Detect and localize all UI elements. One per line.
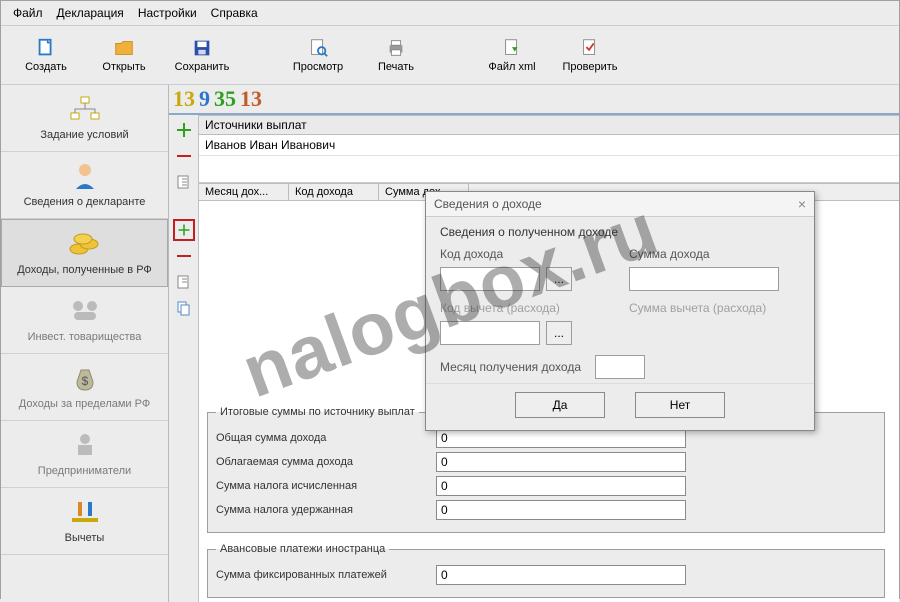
dialog-titlebar: Сведения о доходе × xyxy=(426,192,814,217)
check-button[interactable]: Проверить xyxy=(555,30,625,80)
totals-legend: Итоговые суммы по источнику выплат xyxy=(216,406,419,418)
add-source-button[interactable] xyxy=(173,119,195,141)
sources-header: Источники выплат xyxy=(199,115,899,135)
dialog-no-button[interactable]: Нет xyxy=(635,392,725,418)
entrepreneur-icon xyxy=(70,429,100,461)
sources-mini-toolbar xyxy=(169,115,199,602)
rate-tab-13[interactable]: 13 xyxy=(173,88,195,110)
edit-income-row-button[interactable] xyxy=(173,271,195,293)
source-row[interactable]: Иванов Иван Иванович xyxy=(199,135,899,156)
fixed-payments-field[interactable] xyxy=(436,565,686,585)
menu-help[interactable]: Справка xyxy=(205,4,264,22)
fixed-payments-label: Сумма фиксированных платежей xyxy=(216,569,436,581)
col-code: Код дохода xyxy=(289,184,379,200)
print-button[interactable]: Печать xyxy=(361,30,431,80)
edit-source-button[interactable] xyxy=(173,171,195,193)
rate-tab-9[interactable]: 9 xyxy=(199,88,210,110)
remove-source-button[interactable] xyxy=(173,145,195,167)
sidebar-item-deductions[interactable]: Вычеты xyxy=(1,488,168,555)
sidebar-item-entrepreneurs[interactable]: Предприниматели xyxy=(1,421,168,488)
dialog-group-title: Сведения о полученном доходе xyxy=(440,225,800,239)
tax-rate-tabs: 13 9 35 13 xyxy=(169,85,899,115)
floppy-icon xyxy=(191,37,213,59)
deduction-sum-label: Сумма вычета (расхода) xyxy=(629,301,800,315)
menu-settings[interactable]: Настройки xyxy=(132,4,203,22)
main-toolbar: Создать Открыть Сохранить Просмотр Печат… xyxy=(1,26,899,85)
tax-calculated-label: Сумма налога исчисленная xyxy=(216,480,436,492)
open-folder-icon xyxy=(113,37,135,59)
dialog-body: Сведения о полученном доходе Код дохода … xyxy=(426,217,814,383)
income-code-label: Код дохода xyxy=(440,247,611,261)
printer-icon xyxy=(385,37,407,59)
person-icon xyxy=(70,160,100,192)
menubar: Файл Декларация Настройки Справка xyxy=(1,1,899,26)
advance-legend: Авансовые платежи иностранца xyxy=(216,543,389,555)
svg-text:$: $ xyxy=(81,374,88,388)
sidebar-item-income-rf[interactable]: Доходы, полученные в РФ xyxy=(1,219,168,287)
file-xml-button[interactable]: Файл xml xyxy=(477,30,547,80)
handshake-icon xyxy=(68,295,102,327)
copy-income-row-button[interactable] xyxy=(173,297,195,319)
dialog-buttons: Да Нет xyxy=(426,383,814,430)
sidebar-item-income-abroad[interactable]: $ Доходы за пределами РФ xyxy=(1,354,168,421)
income-sum-label: Сумма дохода xyxy=(629,247,800,261)
menu-declaration[interactable]: Декларация xyxy=(51,4,130,22)
tax-withheld-field[interactable] xyxy=(436,500,686,520)
sidebar-item-invest[interactable]: Инвест. товарищества xyxy=(1,287,168,354)
sidebar-item-declarant[interactable]: Сведения о декларанте xyxy=(1,152,168,219)
col-month: Месяц дох... xyxy=(199,184,289,200)
save-button[interactable]: Сохранить xyxy=(167,30,237,80)
preview-icon xyxy=(307,37,329,59)
income-sum-field[interactable] xyxy=(629,267,779,291)
taxable-income-field[interactable] xyxy=(436,452,686,472)
sidebar-item-conditions[interactable]: Задание условий xyxy=(1,85,168,152)
income-month-label: Месяц получения дохода xyxy=(440,360,581,374)
income-details-dialog: Сведения о доходе × Сведения о полученно… xyxy=(425,191,815,431)
dialog-yes-button[interactable]: Да xyxy=(515,392,605,418)
rate-tab-35[interactable]: 35 xyxy=(214,88,236,110)
add-income-row-button[interactable] xyxy=(173,219,195,241)
deduction-code-field[interactable] xyxy=(440,321,540,345)
dialog-title-text: Сведения о доходе xyxy=(434,197,542,211)
deduction-code-picker[interactable]: ... xyxy=(546,321,572,345)
minus-icon xyxy=(175,247,193,265)
preview-button[interactable]: Просмотр xyxy=(283,30,353,80)
plus-icon xyxy=(175,121,193,139)
plus-icon xyxy=(177,221,191,239)
income-month-field[interactable] xyxy=(595,355,645,379)
menu-file[interactable]: Файл xyxy=(7,4,49,22)
deductions-icon xyxy=(68,496,102,528)
open-button[interactable]: Открыть xyxy=(89,30,159,80)
coins-icon xyxy=(67,228,103,260)
tax-calculated-field[interactable] xyxy=(436,476,686,496)
money-bag-icon: $ xyxy=(71,362,99,394)
new-file-icon xyxy=(35,37,57,59)
hierarchy-icon xyxy=(68,93,102,125)
total-income-label: Общая сумма дохода xyxy=(216,432,436,444)
advance-fieldset: Авансовые платежи иностранца Сумма фикси… xyxy=(207,543,885,598)
copy-icon xyxy=(175,299,193,317)
deduction-code-label: Код вычета (расхода) xyxy=(440,301,611,315)
income-code-field[interactable] xyxy=(440,267,540,291)
minus-icon xyxy=(175,147,193,165)
sources-list: Источники выплат Иванов Иван Иванович xyxy=(199,115,899,183)
edit-icon xyxy=(175,273,193,291)
edit-icon xyxy=(175,173,193,191)
total-income-field[interactable] xyxy=(436,428,686,448)
check-icon xyxy=(579,37,601,59)
remove-income-row-button[interactable] xyxy=(173,245,195,267)
create-button[interactable]: Создать xyxy=(11,30,81,80)
rate-tab-13b[interactable]: 13 xyxy=(240,88,262,110)
sidebar: Задание условий Сведения о декларанте До… xyxy=(1,85,169,602)
tax-withheld-label: Сумма налога удержанная xyxy=(216,504,436,516)
file-xml-icon xyxy=(501,37,523,59)
income-code-picker[interactable]: ... xyxy=(546,267,572,291)
dialog-close-button[interactable]: × xyxy=(798,196,806,212)
taxable-income-label: Облагаемая сумма дохода xyxy=(216,456,436,468)
